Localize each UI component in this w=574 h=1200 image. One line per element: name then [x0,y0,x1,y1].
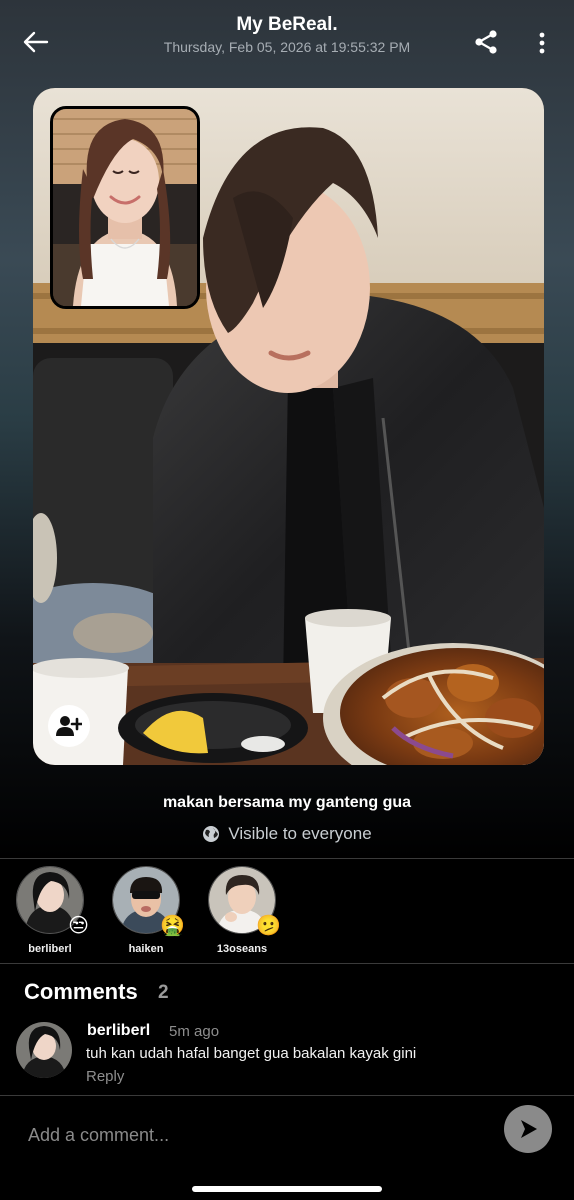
comment-input[interactable] [0,1097,490,1173]
comment-username[interactable]: berliberl [87,1022,150,1040]
reply-button[interactable]: Reply [86,1068,124,1085]
visibility-label: Visible to everyone [228,824,372,843]
realmoji-item[interactable]: 😒 berliberl [5,866,95,955]
comment-avatar[interactable] [16,1022,72,1078]
share-button[interactable] [472,28,502,58]
front-camera-photo[interactable] [50,106,200,309]
realmoji-item[interactable]: 🫤 13oseans [197,866,287,955]
send-arrow-icon [521,1120,537,1138]
add-friend-button[interactable] [48,705,90,747]
more-vertical-icon [539,32,545,54]
comments-heading: Comments [24,979,138,1004]
divider [0,858,574,859]
home-indicator[interactable] [192,1186,382,1192]
globe-icon [203,826,220,842]
divider [0,1095,574,1096]
comment-time: 5m ago [169,1023,220,1040]
front-camera-image [53,109,197,306]
realmoji-username: berliberl [28,943,72,955]
avatar: 🤮 [112,866,185,935]
more-options-button[interactable] [530,28,554,58]
send-button[interactable] [504,1105,552,1153]
share-icon [475,30,497,54]
add-person-icon [56,716,82,736]
comments-count: 2 [158,982,169,1003]
reaction-emoji: 🤮 [160,913,185,937]
reaction-emoji: 😒 [68,913,89,937]
reaction-emoji: 🫤 [256,913,281,937]
visibility-status[interactable]: Visible to everyone [0,824,574,844]
avatar: 😒 [16,866,89,935]
post-caption: makan bersama my ganteng gua [162,794,412,811]
realmoji-item[interactable]: 🤮 haiken [101,866,191,955]
comment-text: tuh kan udah hafal banget gua bakalan ka… [86,1045,417,1062]
divider [0,963,574,964]
realmoji-username: haiken [128,943,164,955]
realmoji-username: 13oseans [216,943,268,955]
avatar: 🫤 [208,866,281,935]
top-bar: My BeReal. Thursday, Feb 05, 2026 at 19:… [0,0,574,80]
